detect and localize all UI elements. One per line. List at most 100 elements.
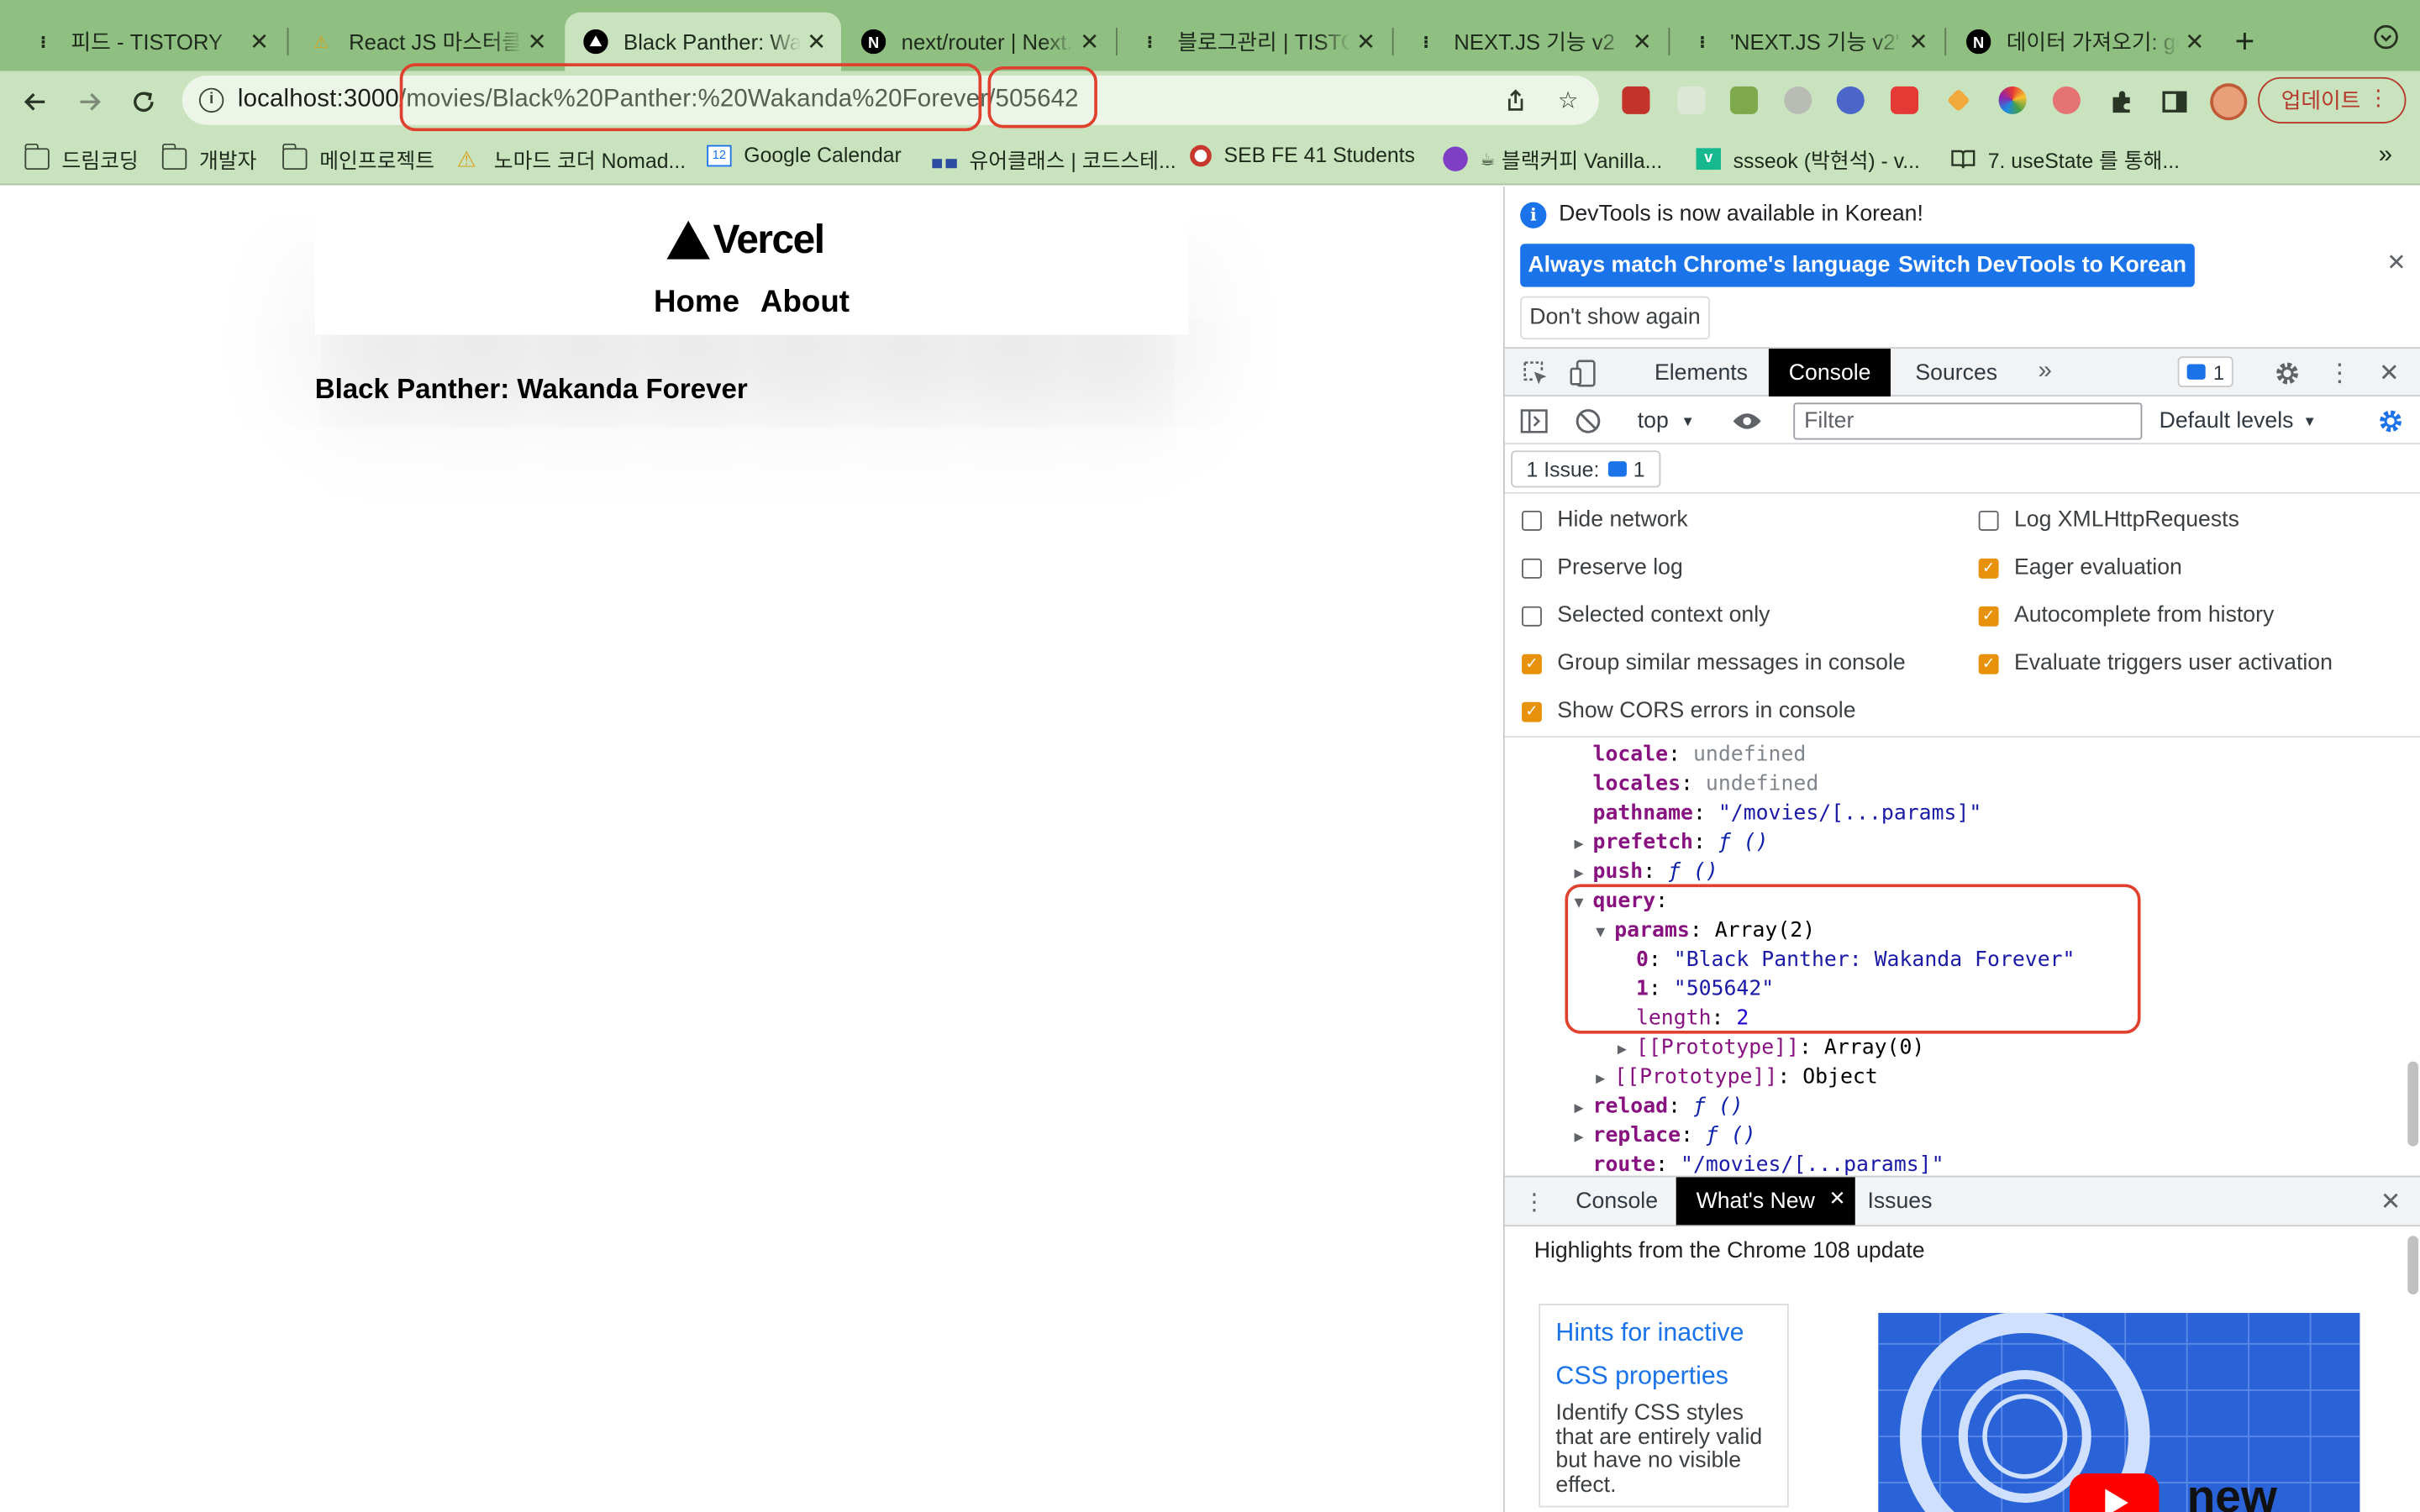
checkbox-checked[interactable]: ✓ bbox=[1522, 701, 1542, 722]
feature-title[interactable]: Hints for inactive CSS properties bbox=[1555, 1311, 1771, 1398]
bookmark-item[interactable]: 유어클래스 | 코드스테... bbox=[932, 144, 1176, 175]
clear-console-icon[interactable] bbox=[1573, 406, 1604, 437]
bookmark-item[interactable]: 7. useState 를 통해... bbox=[1951, 144, 2180, 175]
tab-elements[interactable]: Elements bbox=[1634, 349, 1768, 396]
extension-icon[interactable] bbox=[1784, 86, 1812, 114]
setting-evaluate-triggers[interactable]: ✓ Evaluate triggers user activation bbox=[1978, 651, 2333, 675]
close-tab-icon[interactable]: ✕ bbox=[801, 28, 832, 55]
device-toolbar-icon[interactable] bbox=[1568, 358, 1599, 389]
bookmark-star-icon[interactable]: ☆ bbox=[1553, 85, 1584, 116]
share-icon[interactable] bbox=[1500, 85, 1531, 116]
kebab-menu-icon[interactable]: ⋮ bbox=[2368, 85, 2390, 111]
address-bar[interactable]: i localhost:3000/movies/Black%20Panther:… bbox=[182, 76, 1599, 125]
browser-tab[interactable]: N 데이터 가져오기: getServerSideProps ✕ bbox=[1948, 13, 2219, 71]
forward-icon[interactable] bbox=[68, 81, 111, 123]
more-bookmarks-icon[interactable]: » bbox=[2379, 142, 2392, 170]
collapse-arrow-icon[interactable]: ▼ bbox=[1574, 889, 1592, 918]
drawer-tab-whats-new[interactable]: What's New ✕ bbox=[1676, 1177, 1855, 1226]
extensions-puzzle-icon[interactable] bbox=[2101, 81, 2144, 123]
console-line[interactable]: ▶ [[Prototype]]: Array(0) bbox=[1618, 1034, 1924, 1063]
close-tab-icon[interactable]: ✕ bbox=[244, 28, 275, 55]
match-language-button[interactable]: Always match Chrome's language bbox=[1520, 244, 1898, 287]
extension-icon[interactable] bbox=[1729, 86, 1759, 114]
sidebar-toggle-icon[interactable] bbox=[1518, 406, 1549, 437]
expand-arrow-icon[interactable]: ▶ bbox=[1574, 830, 1592, 859]
extension-icon[interactable] bbox=[2052, 86, 2081, 114]
tab-search-icon[interactable] bbox=[2374, 24, 2398, 50]
extension-icon[interactable] bbox=[1836, 86, 1865, 114]
log-levels-dropdown[interactable]: Default levels ▼ bbox=[2160, 404, 2317, 438]
url-text[interactable]: localhost:3000/movies/Black%20Panther:%2… bbox=[238, 87, 1079, 114]
filter-input[interactable]: Filter bbox=[1793, 402, 2143, 440]
close-tab-icon[interactable]: ✕ bbox=[1627, 28, 1658, 55]
bookmark-item[interactable]: 개발자 bbox=[160, 143, 256, 175]
browser-tab[interactable]: ⁝ 블로그관리 | TISTORY ✕ bbox=[1119, 13, 1391, 71]
close-tab-icon[interactable]: ✕ bbox=[522, 28, 553, 55]
bookmark-item[interactable]: SEB FE 41 Students bbox=[1190, 144, 1415, 166]
side-panel-icon[interactable] bbox=[2153, 81, 2196, 123]
checkbox[interactable] bbox=[1522, 557, 1542, 578]
setting-log-xhr[interactable]: Log XMLHttpRequests bbox=[1978, 507, 2239, 533]
update-button[interactable]: 업데이트 ⋮ bbox=[2258, 76, 2407, 123]
bookmark-item[interactable]: ☕ 블랙커피 Vanilla... bbox=[1443, 144, 1662, 175]
back-icon[interactable] bbox=[14, 81, 57, 123]
dont-show-again-button[interactable]: Don't show again bbox=[1520, 296, 1710, 340]
live-expression-eye-icon[interactable] bbox=[1730, 406, 1764, 437]
extension-icon[interactable] bbox=[1622, 86, 1650, 114]
context-selector[interactable]: top ▼ bbox=[1638, 404, 1695, 438]
browser-tab[interactable]: ⁝ 'NEXT.JS 기능 v2' ✕ bbox=[1671, 13, 1943, 71]
console-line[interactable]: ▼ query: bbox=[1574, 887, 1668, 916]
close-tab-icon[interactable]: ✕ bbox=[2179, 28, 2210, 55]
drawer-menu-icon[interactable]: ⋮ bbox=[1523, 1186, 1546, 1217]
browser-tab[interactable]: ⁝ NEXT.JS 기능 v2 ✕ bbox=[1395, 13, 1666, 71]
console-line[interactable]: ▶ [[Prototype]]: Object bbox=[1596, 1063, 1878, 1093]
close-tab-icon[interactable]: ✕ bbox=[1903, 28, 1934, 55]
issues-button[interactable]: 1 Issue: 1 bbox=[1511, 450, 1660, 488]
site-info-icon[interactable]: i bbox=[198, 87, 224, 113]
checkbox[interactable] bbox=[1522, 605, 1542, 626]
browser-tab[interactable]: N next/router | Next.js ✕ bbox=[843, 13, 1114, 71]
switch-korean-button[interactable]: Switch DevTools to Korean bbox=[1891, 244, 2195, 287]
checkbox-checked[interactable]: ✓ bbox=[1978, 653, 1999, 674]
checkbox[interactable] bbox=[1978, 510, 1999, 530]
expand-arrow-icon[interactable]: ▶ bbox=[1618, 1035, 1636, 1064]
expand-arrow-icon[interactable]: ▶ bbox=[1574, 1094, 1592, 1123]
setting-cors-errors[interactable]: ✓ Show CORS errors in console bbox=[1522, 699, 1856, 723]
whats-new-scrollbar[interactable] bbox=[2407, 1236, 2419, 1295]
extension-icon[interactable] bbox=[1677, 86, 1706, 114]
extension-icon[interactable] bbox=[1891, 86, 1919, 114]
setting-preserve-log[interactable]: Preserve log bbox=[1522, 555, 1683, 580]
close-icon[interactable]: ✕ bbox=[2386, 249, 2406, 276]
console-line[interactable]: ▼ params: Array(2) bbox=[1596, 916, 1815, 946]
tab-console[interactable]: Console bbox=[1768, 349, 1891, 397]
new-tab-icon[interactable]: + bbox=[2235, 22, 2255, 62]
collapse-arrow-icon[interactable]: ▼ bbox=[1596, 918, 1614, 948]
video-thumbnail[interactable]: new bbox=[1878, 1313, 2360, 1512]
vercel-logo[interactable]: Vercel bbox=[666, 216, 825, 264]
setting-hide-network[interactable]: Hide network bbox=[1522, 507, 1688, 533]
expand-arrow-icon[interactable]: ▶ bbox=[1574, 1123, 1592, 1152]
console-scrollbar[interactable] bbox=[2407, 1061, 2419, 1147]
setting-selected-context[interactable]: Selected context only bbox=[1522, 603, 1770, 628]
nav-about-link[interactable]: About bbox=[760, 286, 850, 319]
close-devtools-icon[interactable]: ✕ bbox=[2374, 358, 2405, 389]
drawer-tab-issues[interactable]: Issues bbox=[1848, 1177, 1953, 1225]
reload-icon[interactable] bbox=[122, 81, 165, 123]
avatar[interactable] bbox=[2210, 83, 2248, 121]
console-line[interactable]: ▶ push: ƒ () bbox=[1574, 858, 1718, 887]
bookmark-item[interactable]: ⚠ 노마드 코더 Nomad... bbox=[457, 144, 687, 175]
bookmark-item[interactable]: 메인프로젝트 bbox=[281, 143, 434, 175]
close-tab-icon[interactable]: ✕ bbox=[1829, 1186, 1846, 1210]
expand-arrow-icon[interactable]: ▶ bbox=[1574, 859, 1592, 889]
close-tab-icon[interactable]: ✕ bbox=[1350, 28, 1381, 55]
checkbox-checked[interactable]: ✓ bbox=[1522, 653, 1542, 674]
kebab-menu-icon[interactable]: ⋮ bbox=[2328, 358, 2352, 389]
setting-eager-evaluation[interactable]: ✓ Eager evaluation bbox=[1978, 555, 2182, 580]
setting-autocomplete[interactable]: ✓ Autocomplete from history bbox=[1978, 603, 2274, 628]
bookmark-item[interactable]: 드림코딩 bbox=[24, 143, 139, 175]
close-tab-icon[interactable]: ✕ bbox=[1074, 28, 1105, 55]
console-settings-gear-icon[interactable] bbox=[2375, 406, 2407, 437]
bookmark-item[interactable]: 12 Google Calendar bbox=[707, 144, 902, 166]
browser-tab[interactable]: ⚠ React JS 마스터클래스 ✕ bbox=[290, 13, 561, 71]
checkbox-checked[interactable]: ✓ bbox=[1978, 557, 1999, 578]
